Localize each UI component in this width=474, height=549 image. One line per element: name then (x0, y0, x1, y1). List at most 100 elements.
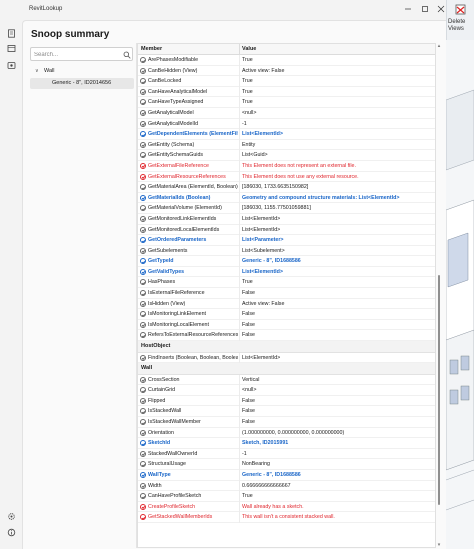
table-row[interactable]: CanBeLocked True (138, 76, 435, 87)
tree-item-wall[interactable]: ∨ Wall (30, 66, 134, 77)
member-value: False (242, 290, 255, 297)
table-row[interactable]: GetMonitoredLinkElementIds List<ElementId… (138, 213, 435, 225)
table-row[interactable]: IsStackedWallMember False (138, 417, 435, 428)
layers-icon[interactable] (7, 44, 16, 53)
table-row[interactable]: GetEntitySchemaGuids List<Guid> (138, 150, 435, 161)
member-value: True (242, 99, 253, 106)
method-icon (140, 419, 146, 425)
table-row[interactable]: IsMonitoringLocalElement False (138, 319, 435, 331)
column-divider (239, 395, 240, 407)
table-row[interactable]: GetExternalFileReference This Element doe… (138, 160, 435, 172)
member-value: [186030, 1155.77501059881] (242, 205, 311, 212)
title-bar[interactable]: RevitLookup (0, 0, 446, 20)
member-name: GetMaterialArea (ElementId, Boolean) (148, 184, 238, 191)
table-row[interactable]: CurtainGrid <null> (138, 385, 435, 396)
table-row[interactable]: HasPhases True (138, 277, 435, 289)
tree-item-label: Generic - 8", ID2014656 (52, 80, 112, 86)
table-row[interactable]: Flipped False (138, 395, 435, 407)
method-icon (140, 408, 146, 415)
member-value: Entity (242, 141, 256, 148)
table-row[interactable]: StackedWallOwnerId -1 (138, 448, 435, 460)
minimize-button[interactable] (401, 3, 415, 15)
table-row[interactable]: GetExternalResourceReferences This Elemen… (138, 171, 435, 183)
method-icon (140, 387, 146, 394)
column-divider (239, 55, 240, 66)
table-row[interactable]: Width 0.666666666666667 (138, 480, 435, 492)
table-row[interactable]: IsHidden (View) Active view: False (138, 298, 435, 310)
method-icon (140, 88, 146, 95)
table-row[interactable]: CanHaveTypeAssigned True (138, 97, 435, 108)
table-row[interactable]: IsMonitoringLinkElement False (138, 309, 435, 320)
table-row[interactable]: GetEntity (Schema) Entity (138, 139, 435, 151)
table-row[interactable]: GetSubelements List<Subelement> (138, 245, 435, 257)
table-row[interactable]: GetMaterialIds (Boolean) Geometry and com… (138, 192, 435, 204)
search-icon[interactable] (123, 51, 131, 59)
member-value[interactable]: Sketch, ID2015991 (242, 438, 434, 449)
member-value: Active view: False (242, 300, 285, 307)
maximize-button[interactable] (418, 3, 432, 15)
chevron-down-icon[interactable]: ∨ (35, 66, 39, 77)
scrollbar-thumb[interactable] (438, 275, 440, 505)
member-value: (1.000000000, 0.000000000, 0.000000000) (242, 429, 345, 436)
table-row[interactable]: GetStackedWallMemberIds This wall isn't a… (138, 512, 435, 523)
member-name: CurtainGrid (148, 387, 176, 394)
table-row[interactable]: CanHaveAnalyticalModel True (138, 86, 435, 98)
member-value[interactable]: Generic - 8", ID1688586 (242, 256, 434, 267)
table-row[interactable]: GetAnalyticalModel <null> (138, 107, 435, 119)
column-divider (239, 480, 240, 492)
column-header-value[interactable]: Value (242, 44, 256, 55)
method-icon (140, 514, 146, 521)
scroll-down-arrow[interactable]: ▾ (436, 542, 442, 548)
table-row[interactable]: GetOrderedParameters List<Parameter> (138, 235, 435, 246)
table-row[interactable]: StructuralUsage NonBearing (138, 459, 435, 470)
table-row[interactable]: IsExternalFileReference False (138, 288, 435, 299)
member-name: IsStackedWall (148, 408, 182, 415)
member-value[interactable]: Geometry and compound structure material… (242, 193, 434, 204)
table-row[interactable]: CanHaveProfileSketch True (138, 491, 435, 502)
method-icon (140, 279, 146, 286)
close-button[interactable] (434, 3, 448, 15)
table-row[interactable]: GetTypeId Generic - 8", ID1688586 (138, 256, 435, 267)
table-row[interactable]: ArePhasesModifiable True (138, 55, 435, 66)
member-value[interactable]: Generic - 8", ID1688586 (242, 470, 434, 481)
search-box[interactable] (30, 47, 133, 61)
table-row[interactable]: GetAnalyticalModelId -1 (138, 118, 435, 130)
member-value[interactable]: List<ElementId> (242, 129, 434, 140)
column-divider[interactable] (239, 44, 240, 55)
member-value: True (242, 88, 253, 95)
column-divider (239, 501, 240, 513)
column-header-member[interactable]: Member (141, 44, 162, 55)
member-value[interactable]: List<ElementId> (242, 267, 434, 278)
settings-icon[interactable] (7, 512, 16, 521)
member-name: GetSubelements (148, 247, 188, 254)
table-row[interactable]: GetDependentElements (ElementFilter) List… (138, 129, 435, 140)
snoop-icon[interactable] (7, 61, 16, 70)
delete-views-label[interactable]: Delete Views (448, 19, 474, 33)
info-icon[interactable] (7, 528, 16, 537)
table-row[interactable]: GetMaterialVolume (ElementId) [186030, 11… (138, 203, 435, 214)
search-input[interactable] (34, 49, 114, 60)
table-row[interactable]: CanBeHidden (View) Active view: False (138, 65, 435, 77)
vertical-scrollbar[interactable]: ▴ ▾ (436, 43, 442, 548)
member-value[interactable]: List<Parameter> (242, 235, 434, 246)
table-row[interactable]: GetMaterialArea (ElementId, Boolean) [186… (138, 182, 435, 193)
delete-views-icon[interactable] (454, 4, 468, 16)
table-row[interactable]: RefersToExternalResourceReferences False (138, 330, 435, 342)
table-row[interactable]: Orientation (1.000000000, 0.000000000, 0.… (138, 427, 435, 439)
table-row[interactable]: FindInserts (Boolean, Boolean, Boolean, … (138, 352, 435, 364)
table-row[interactable]: WallType Generic - 8", ID1688586 (138, 469, 435, 481)
table-row[interactable]: IsStackedWall False (138, 406, 435, 417)
table-row[interactable]: GetMonitoredLocalElementIds List<ElementI… (138, 224, 435, 236)
tree-item-generic-wall[interactable]: Generic - 8", ID2014656 (30, 78, 134, 89)
column-divider (239, 374, 240, 386)
scroll-up-arrow[interactable]: ▴ (436, 43, 442, 49)
maximize-icon (422, 6, 428, 12)
table-row[interactable]: SketchId Sketch, ID2015991 (138, 438, 435, 449)
table-row[interactable]: CreateProfileSketch Wall already has a sk… (138, 501, 435, 513)
table-row[interactable]: GetValidTypes List<ElementId> (138, 266, 435, 278)
table-row[interactable]: CrossSection Vertical (138, 374, 435, 386)
method-icon (140, 321, 146, 328)
member-value: This wall isn't a consistent stacked wal… (242, 514, 335, 521)
group-header: HostObject (138, 341, 435, 353)
document-icon[interactable] (7, 29, 16, 38)
